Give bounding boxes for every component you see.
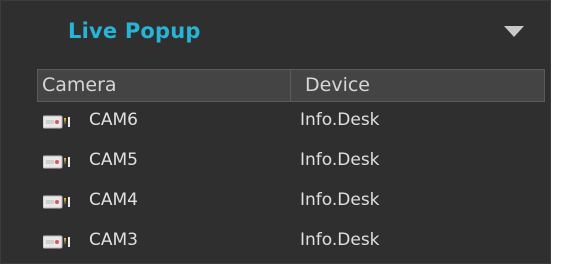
camera-icon [43,155,70,169]
panel-title: Live Popup [68,19,201,43]
chevron-down-icon[interactable] [504,26,524,37]
camera-icon [43,195,70,209]
camera-icon [43,115,70,129]
device-name: Info.Desk [300,150,380,170]
camera-name: CAM4 [89,190,138,210]
camera-table: Camera Device CAM6 Info.Desk CAM5 Info.D… [37,69,545,262]
column-header-camera[interactable]: Camera [42,70,117,101]
device-name: Info.Desk [300,230,380,250]
device-name: Info.Desk [300,190,380,210]
camera-name: CAM6 [89,110,138,130]
panel-header[interactable]: Live Popup [1,1,550,63]
camera-name: CAM5 [89,150,138,170]
device-name: Info.Desk [300,110,380,130]
table-row[interactable]: CAM5 Info.Desk [37,142,545,182]
camera-icon [43,235,70,249]
table-row[interactable]: CAM3 Info.Desk [37,222,545,262]
column-header-device[interactable]: Device [290,70,370,101]
camera-name: CAM3 [89,230,138,250]
table-header: Camera Device [37,69,545,102]
table-row[interactable]: CAM4 Info.Desk [37,182,545,222]
table-row[interactable]: CAM6 Info.Desk [37,102,545,142]
live-popup-panel: Live Popup Camera Device CAM6 Info.Desk [0,0,551,264]
